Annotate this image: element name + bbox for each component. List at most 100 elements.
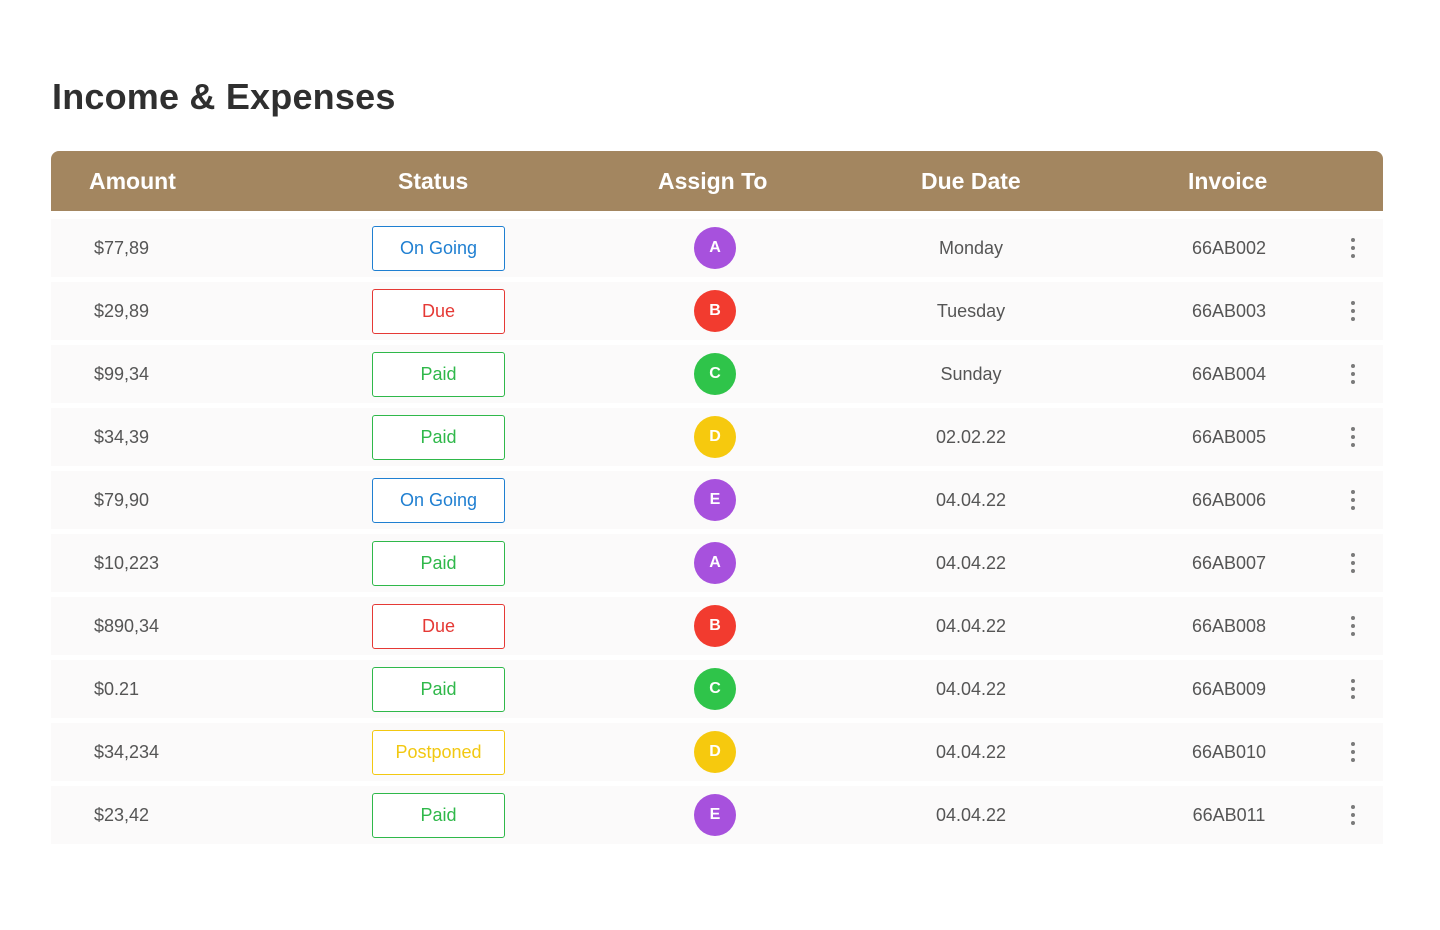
assignee-cell: E: [694, 786, 736, 844]
status-cell: Due: [372, 597, 505, 655]
table-header: Amount Status Assign To Due Date Invoice: [51, 151, 1383, 211]
amount-cell: $0.21: [94, 678, 140, 699]
table-row[interactable]: $99,34 Paid C Sunday 66AB004: [51, 345, 1383, 403]
invoice-cell: 66AB003: [1191, 300, 1267, 321]
header-due-date[interactable]: Due Date: [921, 151, 1021, 211]
row-menu-button[interactable]: [1341, 660, 1365, 718]
invoice-cell: 66AB007: [1191, 552, 1267, 573]
status-cell: Paid: [372, 660, 505, 718]
amount-cell: $23,42: [94, 804, 150, 825]
due-date-cell: Sunday: [940, 363, 1002, 384]
amount-cell: $34,39: [94, 426, 150, 447]
status-badge[interactable]: Due: [372, 603, 505, 649]
assignee-cell: A: [694, 219, 736, 277]
table-row[interactable]: $29,89 Due B Tuesday 66AB003: [51, 282, 1383, 340]
assignee-cell: B: [694, 282, 736, 340]
table-row[interactable]: $34,39 Paid D 02.02.22 66AB005: [51, 408, 1383, 466]
due-date-cell: 02.02.22: [935, 426, 1007, 447]
status-cell: Paid: [372, 534, 505, 592]
due-date-cell: 04.04.22: [935, 615, 1007, 636]
avatar[interactable]: E: [694, 794, 736, 836]
row-menu-button[interactable]: [1341, 408, 1365, 466]
amount-cell: $890,34: [94, 615, 160, 636]
due-date-cell: 04.04.22: [935, 552, 1007, 573]
table-row[interactable]: $0.21 Paid C 04.04.22 66AB009: [51, 660, 1383, 718]
kebab-menu-icon: [1351, 301, 1355, 321]
kebab-menu-icon: [1351, 427, 1355, 447]
row-menu-button[interactable]: [1341, 786, 1365, 844]
invoice-cell: 66AB009: [1191, 678, 1267, 699]
status-cell: On Going: [372, 219, 505, 277]
status-cell: Paid: [372, 408, 505, 466]
amount-cell: $10,223: [94, 552, 160, 573]
table-row[interactable]: $10,223 Paid A 04.04.22 66AB007: [51, 534, 1383, 592]
header-amount[interactable]: Amount: [89, 151, 176, 211]
kebab-menu-icon: [1351, 364, 1355, 384]
kebab-menu-icon: [1351, 805, 1355, 825]
status-badge[interactable]: Due: [372, 288, 505, 334]
avatar[interactable]: B: [694, 605, 736, 647]
assignee-cell: A: [694, 534, 736, 592]
status-badge[interactable]: Paid: [372, 540, 505, 586]
row-menu-button[interactable]: [1341, 534, 1365, 592]
avatar[interactable]: B: [694, 290, 736, 332]
due-date-cell: Tuesday: [936, 300, 1006, 321]
amount-cell: $77,89: [94, 237, 150, 258]
due-date-cell: 04.04.22: [935, 678, 1007, 699]
assignee-cell: B: [694, 597, 736, 655]
invoice-cell: 66AB004: [1191, 363, 1267, 384]
avatar[interactable]: C: [694, 668, 736, 710]
avatar[interactable]: D: [694, 416, 736, 458]
due-date-cell: 04.04.22: [935, 741, 1007, 762]
status-cell: Due: [372, 282, 505, 340]
kebab-menu-icon: [1351, 616, 1355, 636]
row-menu-button[interactable]: [1341, 597, 1365, 655]
invoice-cell: 66AB006: [1191, 489, 1267, 510]
table-row[interactable]: $79,90 On Going E 04.04.22 66AB006: [51, 471, 1383, 529]
status-badge[interactable]: Paid: [372, 792, 505, 838]
page-title: Income & Expenses: [52, 76, 396, 117]
due-date-cell: Monday: [938, 237, 1004, 258]
invoice-cell: 66AB010: [1191, 741, 1267, 762]
avatar[interactable]: A: [694, 542, 736, 584]
status-badge[interactable]: Paid: [372, 666, 505, 712]
row-menu-button[interactable]: [1341, 219, 1365, 277]
invoice-cell: 66AB008: [1191, 615, 1267, 636]
kebab-menu-icon: [1351, 490, 1355, 510]
due-date-cell: 04.04.22: [935, 489, 1007, 510]
status-cell: Postponed: [372, 723, 505, 781]
status-cell: Paid: [372, 786, 505, 844]
avatar[interactable]: D: [694, 731, 736, 773]
status-badge[interactable]: On Going: [372, 477, 505, 523]
status-badge[interactable]: Paid: [372, 414, 505, 460]
status-badge[interactable]: Postponed: [372, 729, 505, 775]
table-row[interactable]: $890,34 Due B 04.04.22 66AB008: [51, 597, 1383, 655]
header-invoice[interactable]: Invoice: [1188, 151, 1267, 211]
table-row[interactable]: $23,42 Paid E 04.04.22 66AB011: [51, 786, 1383, 844]
header-status[interactable]: Status: [398, 151, 468, 211]
income-expenses-table: Amount Status Assign To Due Date Invoice…: [51, 151, 1383, 844]
row-menu-button[interactable]: [1341, 282, 1365, 340]
avatar[interactable]: A: [694, 227, 736, 269]
due-date-cell: 04.04.22: [935, 804, 1007, 825]
status-badge[interactable]: Paid: [372, 351, 505, 397]
table-row[interactable]: $34,234 Postponed D 04.04.22 66AB010: [51, 723, 1383, 781]
amount-cell: $34,234: [94, 741, 160, 762]
row-menu-button[interactable]: [1341, 345, 1365, 403]
avatar[interactable]: C: [694, 353, 736, 395]
amount-cell: $99,34: [94, 363, 150, 384]
assignee-cell: C: [694, 345, 736, 403]
assignee-cell: D: [694, 408, 736, 466]
invoice-cell: 66AB011: [1192, 804, 1266, 825]
row-menu-button[interactable]: [1341, 723, 1365, 781]
status-badge[interactable]: On Going: [372, 225, 505, 271]
table-row[interactable]: $77,89 On Going A Monday 66AB002: [51, 219, 1383, 277]
status-cell: On Going: [372, 471, 505, 529]
status-cell: Paid: [372, 345, 505, 403]
amount-cell: $79,90: [94, 489, 150, 510]
header-assign-to[interactable]: Assign To: [658, 151, 767, 211]
invoice-cell: 66AB002: [1191, 237, 1267, 258]
avatar[interactable]: E: [694, 479, 736, 521]
row-menu-button[interactable]: [1341, 471, 1365, 529]
assignee-cell: E: [694, 471, 736, 529]
